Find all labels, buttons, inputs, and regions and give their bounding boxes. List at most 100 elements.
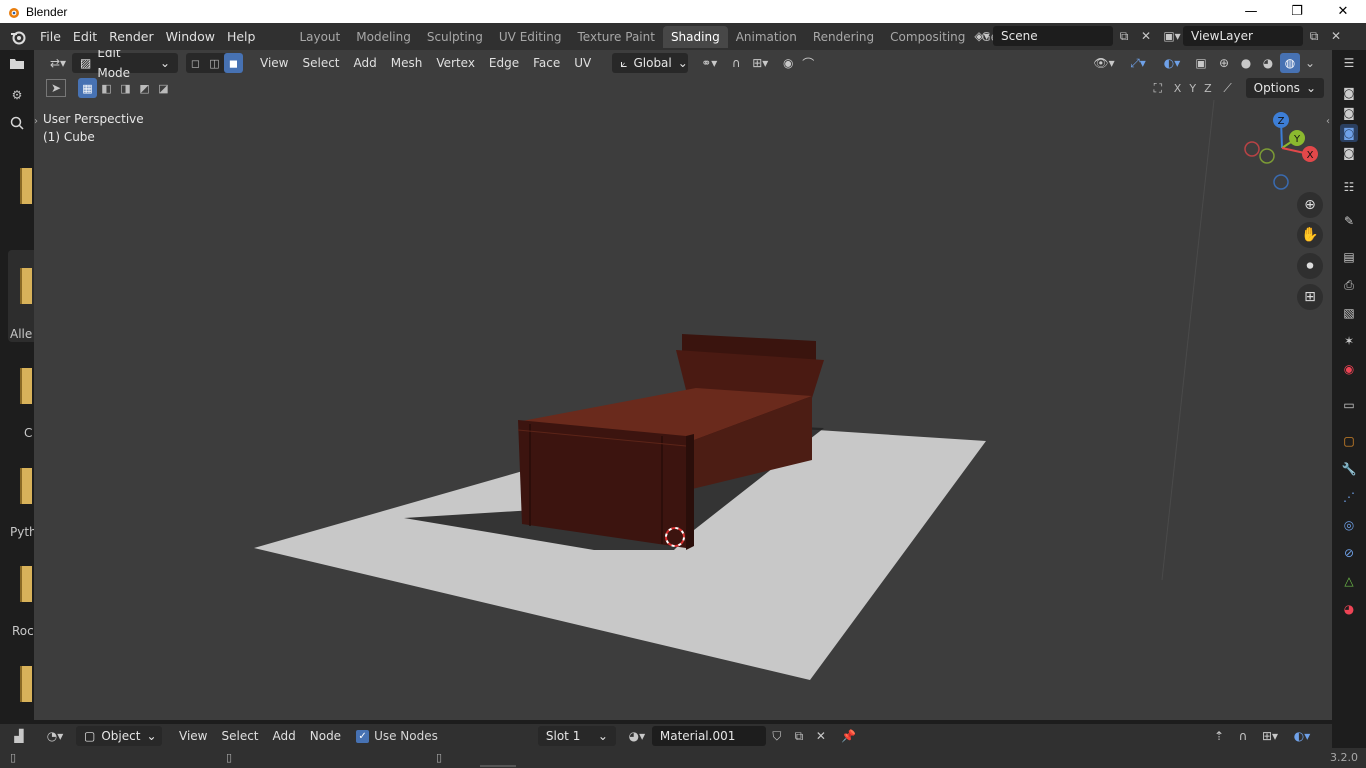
mirror-z-toggle[interactable]: Z (1200, 82, 1216, 95)
solid-shading-icon[interactable]: ● (1236, 53, 1256, 73)
tool-icon[interactable]: ✎ (1340, 212, 1358, 230)
falloff-icon[interactable]: ⌒ (798, 53, 818, 73)
gizmo-toggle-icon[interactable]: ⤢▾ (1122, 53, 1154, 73)
view-layer-icon[interactable]: ▧ (1340, 304, 1358, 322)
mirror-y-toggle[interactable]: Y (1185, 82, 1200, 95)
tab-animation[interactable]: Animation (728, 26, 805, 48)
node-editor-type-icon[interactable]: ▟ (8, 726, 30, 746)
scene-name-field[interactable]: Scene (993, 26, 1113, 46)
fake-user-shield-icon[interactable]: ⛉ (766, 726, 788, 746)
pivot-point-icon[interactable]: ⚭▾ (694, 53, 724, 73)
new-scene-icon[interactable]: ⧉ (1113, 26, 1135, 46)
navigation-gizmo[interactable]: Z Y X (1239, 108, 1327, 194)
minimize-button[interactable]: — (1228, 0, 1274, 23)
overlay-toggle-icon[interactable]: ◐▾ (1286, 726, 1318, 746)
menu-edit[interactable]: Edit (67, 26, 103, 48)
mirror-x-toggle[interactable]: X (1170, 82, 1186, 95)
material-shading-icon[interactable]: ◕ (1258, 53, 1278, 73)
zoom-icon[interactable]: ⊕ (1297, 192, 1323, 218)
select-difference-icon[interactable]: ◩ (135, 78, 154, 98)
properties-icon[interactable]: ☷ (1340, 178, 1358, 196)
camera-view-icon[interactable]: ⏺ (1297, 253, 1323, 279)
select-new-icon[interactable]: ▦ (78, 78, 97, 98)
asset-thumbnail[interactable] (20, 666, 32, 702)
material-browse-icon[interactable]: ◕▾ (622, 726, 652, 746)
view-layer-icon[interactable]: ▣▾ (1161, 26, 1183, 46)
select-extend-icon[interactable]: ◧ (97, 78, 116, 98)
menu-uv[interactable]: UV (567, 53, 598, 73)
face-select-icon[interactable]: ◼ (224, 53, 243, 73)
particles-icon[interactable]: ⋰ (1340, 488, 1358, 506)
physics-icon[interactable]: ◎ (1340, 516, 1358, 534)
select-tool-icon[interactable]: ➤ (46, 79, 66, 97)
parent-node-tree-icon[interactable]: ⇡ (1208, 726, 1230, 746)
output-icon[interactable]: ⎙ (1340, 276, 1358, 294)
scene-icon[interactable]: ✶ (1340, 332, 1358, 350)
toolbar-expand-icon[interactable]: › (34, 116, 38, 127)
search-icon[interactable] (4, 112, 30, 134)
menu-file[interactable]: File (34, 26, 67, 48)
menu-window[interactable]: Window (160, 26, 221, 48)
shading-options-icon[interactable]: ⌄ (1302, 53, 1318, 73)
visibility-icon[interactable]: 👁▾ (1088, 53, 1120, 73)
auto-merge-icon[interactable]: ⛶ (1148, 78, 1168, 98)
snap-icon[interactable]: ∩ (1232, 726, 1254, 746)
tab-sculpting[interactable]: Sculpting (419, 26, 491, 48)
folder-icon[interactable] (4, 52, 30, 74)
asset-thumbnail[interactable] (20, 268, 32, 304)
close-button[interactable]: ✕ (1320, 0, 1366, 23)
pan-hand-icon[interactable]: ✋ (1297, 222, 1323, 248)
menu-help[interactable]: Help (221, 26, 262, 48)
constraints-icon[interactable]: ⊘ (1340, 544, 1358, 562)
outliner-icon[interactable]: ☰ (1340, 54, 1358, 72)
3d-viewport[interactable]: ⇄▾ ▨ Edit Mode ⌄ ◻ ◫ ◼ View Select Add M… (34, 50, 1332, 720)
object-icon[interactable]: ▢ (1340, 432, 1358, 450)
collection-icon[interactable]: ▭ (1340, 396, 1358, 414)
shader-type-icon[interactable]: ◔▾ (40, 726, 70, 746)
asset-thumbnail[interactable] (20, 566, 32, 602)
camera-icon[interactable]: ◙ (1340, 144, 1358, 162)
wireframe-shading-icon[interactable]: ⊕ (1214, 53, 1234, 73)
material-icon[interactable]: ◕ (1340, 600, 1358, 618)
options-dropdown[interactable]: Options ⌄ (1245, 78, 1324, 98)
blender-menu-icon[interactable] (8, 27, 28, 47)
camera-icon[interactable]: ◙ (1340, 84, 1358, 102)
delete-scene-icon[interactable]: ✕ (1135, 26, 1157, 46)
topology-mirror-icon[interactable]: ⟋ (1218, 78, 1238, 98)
xray-icon[interactable]: ▣ (1190, 53, 1212, 73)
use-nodes-checkbox[interactable]: ✓ (356, 729, 370, 743)
select-subtract-icon[interactable]: ◨ (116, 78, 135, 98)
tab-layout[interactable]: Layout (291, 26, 348, 48)
overlay-toggle-icon[interactable]: ◐▾ (1156, 53, 1188, 73)
mesh-data-icon[interactable]: △ (1340, 572, 1358, 590)
world-icon[interactable]: ◉ (1340, 360, 1358, 378)
tab-shading[interactable]: Shading (662, 25, 728, 48)
unlink-material-icon[interactable]: ✕ (810, 726, 832, 746)
asset-thumbnail[interactable] (20, 468, 32, 504)
rendered-shading-icon[interactable]: ◍ (1280, 53, 1300, 73)
scene-icon[interactable]: ◈▾ (971, 26, 993, 46)
menu-view[interactable]: View (253, 53, 295, 73)
tab-compositing[interactable]: Compositing (882, 26, 973, 48)
menu-add[interactable]: Add (266, 726, 303, 746)
menu-add[interactable]: Add (347, 53, 384, 73)
tab-rendering[interactable]: Rendering (805, 26, 882, 48)
mode-selector[interactable]: ▨ Edit Mode ⌄ (72, 50, 178, 80)
menu-edge[interactable]: Edge (482, 53, 526, 73)
menu-mesh[interactable]: Mesh (384, 53, 430, 73)
modifier-wrench-icon[interactable]: 🔧 (1340, 460, 1358, 478)
object-type-dropdown[interactable]: ▢ Object ⌄ (76, 726, 162, 746)
asset-thumbnail[interactable] (20, 368, 32, 404)
material-name-field[interactable]: Material.001 (651, 726, 766, 746)
menu-face[interactable]: Face (526, 53, 567, 73)
snap-element-icon[interactable]: ⊞▾ (1256, 726, 1284, 746)
use-nodes-toggle[interactable]: ✓ Use Nodes (356, 729, 438, 743)
tab-texture-paint[interactable]: Texture Paint (570, 26, 663, 48)
maximize-button[interactable]: ❐ (1274, 0, 1320, 23)
menu-select[interactable]: Select (295, 53, 346, 73)
tab-modeling[interactable]: Modeling (348, 26, 419, 48)
snap-target-icon[interactable]: ⊞▾ (746, 53, 774, 73)
vertex-select-icon[interactable]: ◻ (186, 53, 205, 73)
menu-render[interactable]: Render (103, 26, 160, 48)
menu-vertex[interactable]: Vertex (429, 53, 482, 73)
